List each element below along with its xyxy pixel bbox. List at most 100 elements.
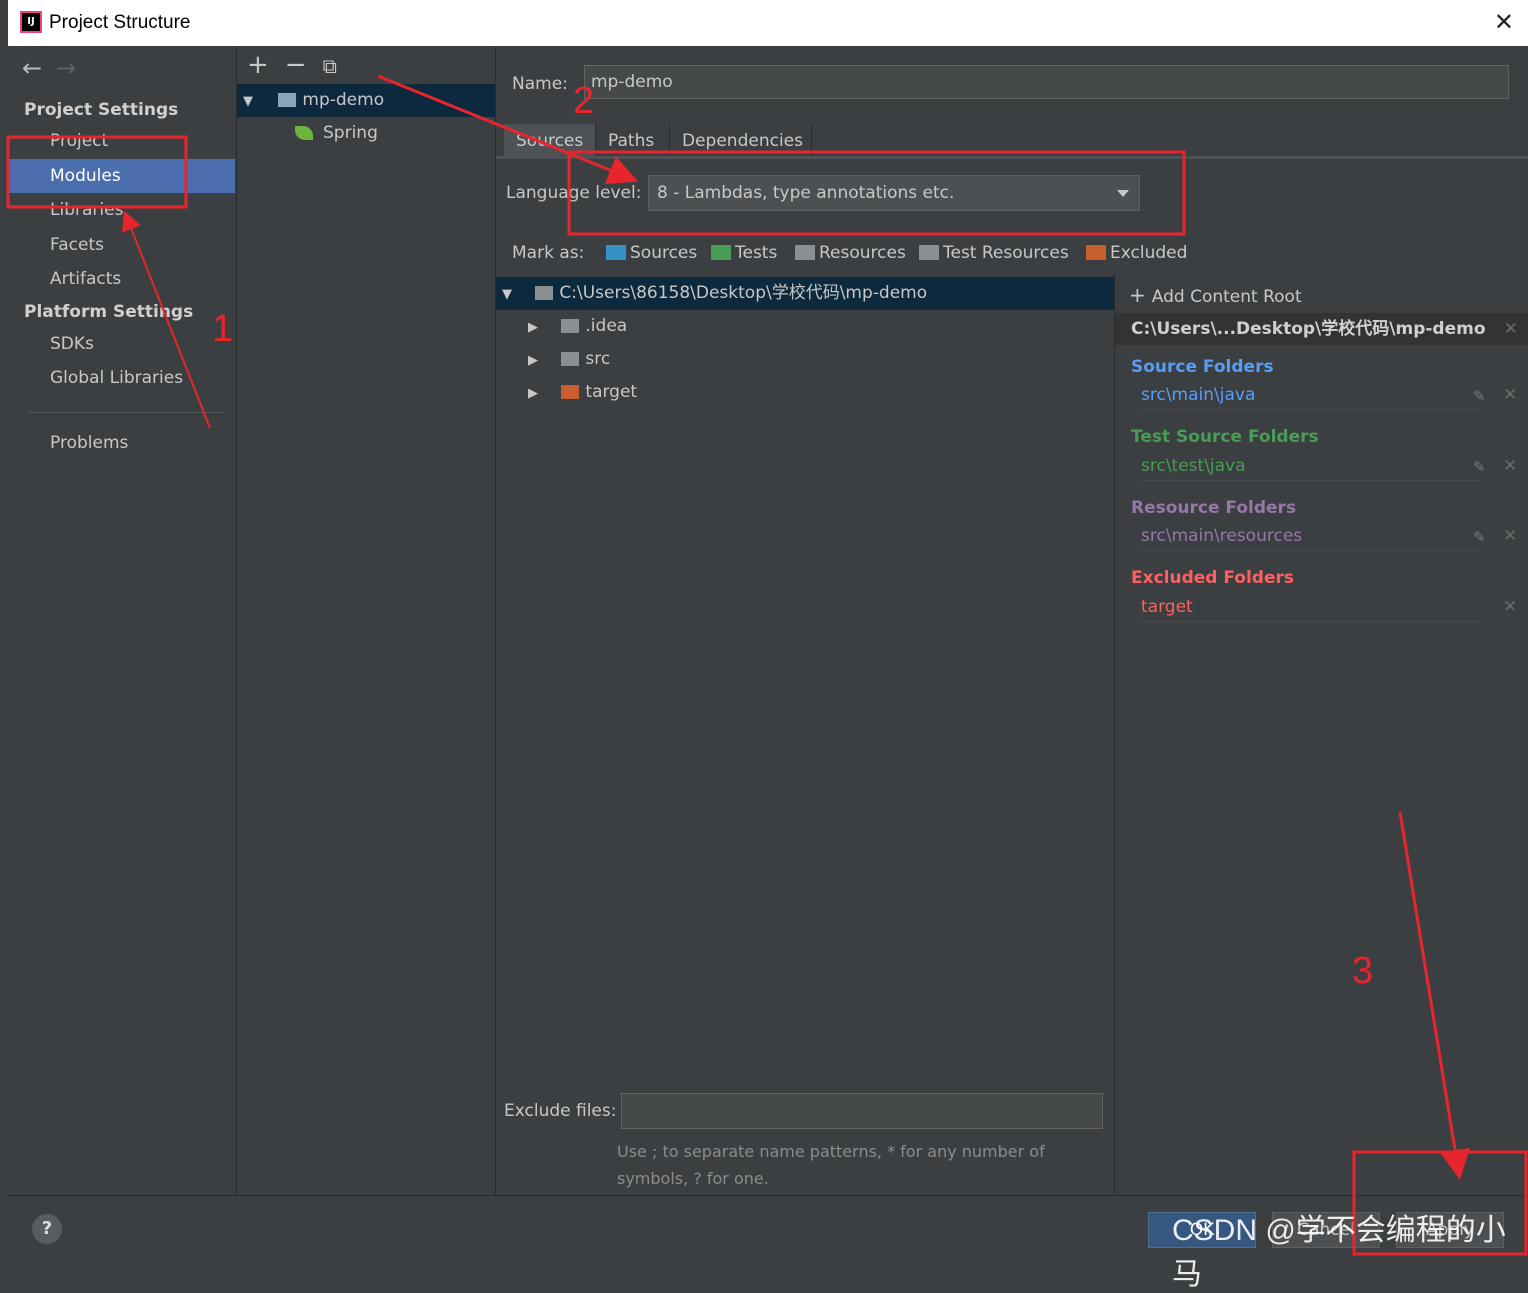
excluded-folder-icon [561, 385, 580, 399]
tree-row-root[interactable]: ▼ C:\Users\86158\Desktop\学校代码\mp-demo [496, 277, 1114, 310]
content-file-tree: ▼ C:\Users\86158\Desktop\学校代码\mp-demo ▶ … [496, 273, 1115, 1195]
name-label: Name: [512, 74, 568, 94]
tree-row-src[interactable]: ▶ src [496, 343, 1114, 376]
folder-label: src [585, 349, 611, 369]
folder-icon [561, 352, 580, 366]
tab-sources[interactable]: Sources [504, 124, 596, 156]
test-folder-value: src\test\java [1141, 456, 1479, 481]
nav-item-facets[interactable]: Facets [8, 228, 235, 262]
folder-icon [535, 286, 554, 300]
tab-dependencies[interactable]: Dependencies [670, 124, 812, 156]
project-structure-dialog: IJ Project Structure ✕ ← → Project Settin… [8, 0, 1528, 1259]
copy-module-icon[interactable]: ⧉ [323, 54, 337, 78]
close-icon[interactable]: ✕ [1503, 526, 1517, 546]
tree-row-idea[interactable]: ▶ .idea [496, 310, 1114, 343]
close-icon[interactable]: ✕ [1504, 313, 1518, 345]
back-arrow-icon[interactable]: ← [22, 54, 42, 82]
excluded-folder-value: target [1141, 597, 1479, 622]
module-list-panel: + − ⧉ ▼ mp-demo Spring [237, 46, 496, 1195]
window-title: Project Structure [49, 12, 191, 33]
mark-sources-label: Sources [630, 243, 698, 263]
tab-underline [496, 156, 1528, 159]
pencil-icon[interactable]: ✎ [1473, 458, 1486, 476]
module-name-input[interactable]: mp-demo [584, 65, 1509, 99]
remove-module-icon[interactable]: − [285, 50, 307, 80]
platform-settings-header: Platform Settings [24, 302, 194, 322]
source-folders-header: Source Folders [1131, 357, 1274, 377]
tree-row-target[interactable]: ▶ target [496, 376, 1114, 409]
folder-label: .idea [585, 316, 628, 336]
resources-folder-icon [795, 245, 815, 260]
excluded-folders-header: Excluded Folders [1131, 568, 1295, 588]
plus-icon: + [1129, 283, 1146, 307]
collapse-triangle-icon[interactable]: ▶ [528, 377, 544, 410]
chevron-down-icon [1117, 190, 1129, 197]
nav-item-modules[interactable]: Modules [8, 159, 235, 193]
pencil-icon[interactable]: ✎ [1473, 387, 1486, 405]
module-toolbar: + − ⧉ [247, 50, 353, 80]
module-tree-item[interactable]: ▼ mp-demo [237, 84, 495, 117]
close-icon[interactable]: ✕ [1503, 597, 1517, 617]
title-bar: IJ Project Structure ✕ [8, 0, 1528, 46]
nav-item-artifacts[interactable]: Artifacts [8, 262, 235, 296]
exclude-files-label: Exclude files: [504, 1101, 617, 1121]
nav-item-global-libraries[interactable]: Global Libraries [8, 361, 235, 395]
nav-item-sdks[interactable]: SDKs [8, 327, 235, 361]
project-settings-header: Project Settings [24, 100, 179, 120]
mark-tests-label: Tests [735, 243, 778, 263]
mark-resources-button[interactable]: Resources [795, 243, 906, 263]
nav-item-libraries[interactable]: Libraries [8, 193, 235, 227]
resource-folders-header: Resource Folders [1131, 498, 1297, 518]
mark-test-resources-button[interactable]: Test Resources [919, 243, 1069, 263]
annotation-number-1: 1 [212, 308, 234, 350]
help-icon[interactable]: ? [32, 1214, 62, 1244]
settings-nav: ← → Project Settings Project Modules Libr… [8, 46, 237, 1195]
intellij-logo-icon: IJ [20, 11, 42, 33]
spring-leaf-icon [295, 126, 313, 140]
excluded-folder-icon [1086, 245, 1106, 260]
exclude-files-input[interactable] [621, 1093, 1103, 1129]
language-level-select[interactable]: 8 - Lambdas, type annotations etc. [648, 175, 1140, 211]
mark-tests-button[interactable]: Tests [711, 243, 777, 263]
root-path-label: C:\Users\86158\Desktop\学校代码\mp-demo [559, 283, 928, 303]
csdn-watermark: CSDN @学不会编程的小马 [1172, 1214, 1506, 1291]
expand-triangle-icon[interactable]: ▼ [243, 85, 259, 118]
sources-folder-icon [606, 245, 626, 260]
close-icon[interactable]: ✕ [1503, 385, 1517, 405]
mark-resources-label: Resources [819, 243, 906, 263]
tab-paths[interactable]: Paths [596, 124, 670, 156]
tests-folder-icon [711, 245, 731, 260]
collapse-triangle-icon[interactable]: ▶ [528, 344, 544, 377]
mark-as-label: Mark as: [512, 243, 585, 263]
module-settings: Name: mp-demo Sources Paths Dependencies… [496, 46, 1528, 1195]
content-root-path: C:\Users\...Desktop\学校代码\mp-demo ✕ [1115, 313, 1528, 345]
add-module-icon[interactable]: + [247, 50, 269, 80]
nav-arrows: ← → [22, 54, 90, 82]
language-level-value: 8 - Lambdas, type annotations etc. [657, 183, 955, 203]
source-folder-value: src\main\java [1141, 385, 1479, 410]
facet-name: Spring [323, 123, 378, 143]
annotation-number-2: 2 [573, 80, 595, 122]
facet-tree-item[interactable]: Spring [237, 117, 495, 150]
module-name: mp-demo [302, 90, 385, 110]
mark-sources-button[interactable]: Sources [606, 243, 697, 263]
add-content-root-label: Add Content Root [1151, 287, 1302, 307]
exclude-files-hint: Use ; to separate name patterns, * for a… [617, 1142, 1045, 1188]
close-icon[interactable]: ✕ [1494, 8, 1514, 36]
language-level-label: Language level: [506, 183, 642, 203]
collapse-triangle-icon[interactable]: ▶ [528, 311, 544, 344]
nav-divider [28, 412, 224, 413]
nav-item-project[interactable]: Project [8, 124, 235, 158]
add-content-root-button[interactable]: + Add Content Root [1129, 283, 1302, 307]
nav-item-problems[interactable]: Problems [8, 426, 235, 460]
module-folder-icon [278, 93, 297, 107]
pencil-icon[interactable]: ✎ [1473, 528, 1486, 546]
folder-icon [561, 319, 580, 333]
expand-triangle-icon[interactable]: ▼ [502, 278, 518, 311]
resource-folder-value: src\main\resources [1141, 526, 1479, 551]
annotation-number-3: 3 [1352, 950, 1374, 992]
content-root-path-label: C:\Users\...Desktop\学校代码\mp-demo [1131, 319, 1486, 339]
forward-arrow-icon[interactable]: → [56, 54, 76, 82]
mark-excluded-button[interactable]: Excluded [1086, 243, 1187, 263]
close-icon[interactable]: ✕ [1503, 456, 1517, 476]
